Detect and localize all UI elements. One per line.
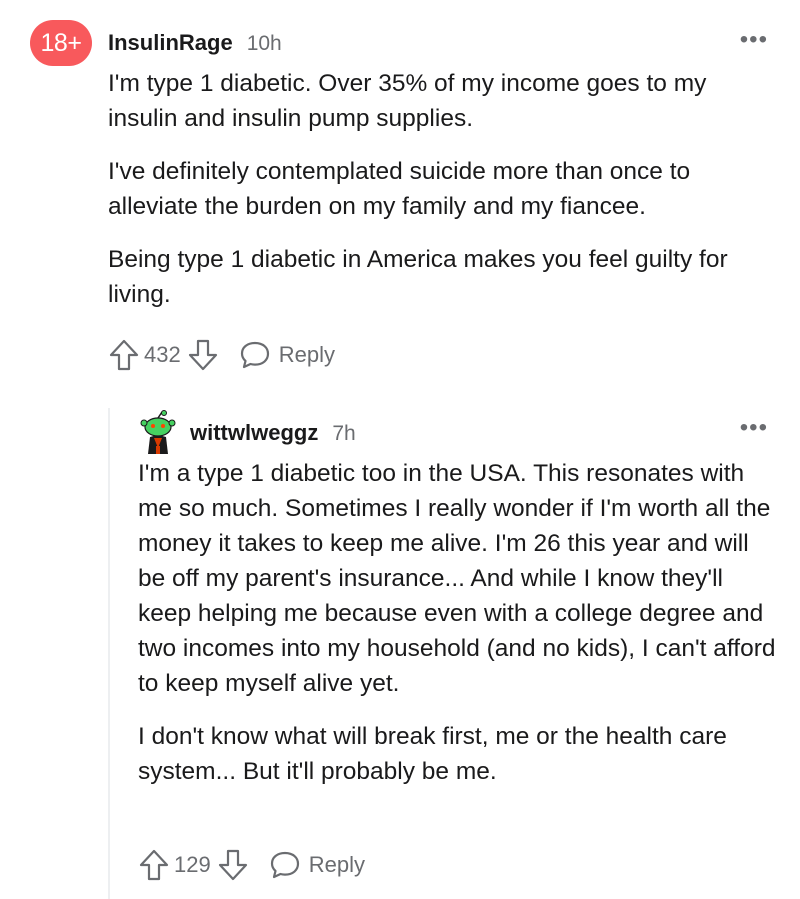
upvote-icon[interactable]: [108, 338, 140, 372]
reply-icon: [269, 850, 301, 880]
upvote-icon[interactable]: [138, 848, 170, 882]
comment-paragraph: I'm type 1 diabetic. Over 35% of my inco…: [108, 70, 707, 132]
more-options-icon[interactable]: •••: [740, 416, 768, 440]
comment-username[interactable]: wittwlweggz: [190, 420, 318, 446]
comment-timestamp: 7h: [332, 422, 356, 445]
reply-button[interactable]: Reply: [239, 340, 335, 370]
reply-button[interactable]: Reply: [269, 850, 365, 880]
reply-label: Reply: [308, 852, 365, 877]
comment-paragraph: I'm a type 1 diabetic too in the USA. Th…: [138, 460, 776, 697]
comment-wittwlweggz: wittwlweggz 7h ••• I'm a type 1 diabetic…: [0, 400, 800, 899]
comment-username[interactable]: InsulinRage: [108, 30, 233, 56]
comment-body: I'm a type 1 diabetic too in the USA. Th…: [138, 456, 778, 807]
comment-insulinrage: 18+ InsulinRage 10h ••• I'm type 1 diabe…: [0, 0, 800, 400]
vote-score: 129: [174, 852, 211, 877]
downvote-icon[interactable]: [187, 338, 219, 372]
vote-score: 432: [144, 342, 181, 367]
nsfw-avatar-badge[interactable]: 18+: [30, 20, 92, 66]
comment-meta: wittwlweggz 7h: [190, 420, 356, 446]
downvote-icon[interactable]: [217, 848, 249, 882]
comment-actions: 129 Reply: [138, 848, 365, 882]
comment-timestamp: 10h: [246, 32, 282, 55]
comment-paragraph: Being type 1 diabetic in America makes y…: [108, 246, 728, 308]
snoo-avatar-icon[interactable]: [138, 410, 178, 458]
comment-body: I'm type 1 diabetic. Over 35% of my inco…: [108, 66, 768, 330]
comment-actions: 432 Reply: [108, 338, 335, 372]
reply-label: Reply: [278, 342, 335, 367]
reply-icon: [239, 340, 271, 370]
comment-meta: InsulinRage 10h: [108, 30, 282, 56]
comment-paragraph: I've definitely contemplated suicide mor…: [108, 158, 691, 220]
comment-paragraph: I don't know what will break first, me o…: [138, 723, 727, 785]
more-options-icon[interactable]: •••: [740, 28, 768, 52]
